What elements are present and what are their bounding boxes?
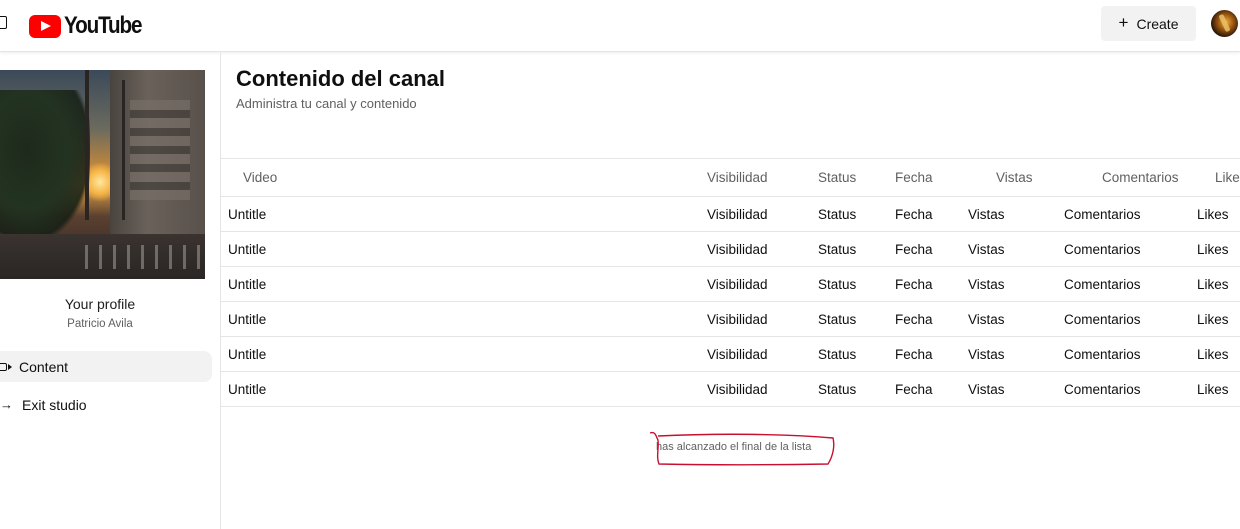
cell-video-title[interactable]: Untitle [228, 267, 266, 301]
channel-banner-image [0, 70, 205, 279]
cell-views: Vistas [968, 241, 1005, 257]
cell-visibility: Visibilidad [707, 346, 768, 362]
red-highlight-annotation [650, 431, 835, 466]
logo-text: YouTube [64, 12, 143, 39]
profile-title[interactable]: Your profile [0, 296, 200, 312]
video-camera-icon [0, 362, 12, 371]
cell-views: Vistas [968, 381, 1005, 397]
cell-views: Vistas [968, 346, 1005, 362]
menu-icon[interactable] [0, 16, 7, 29]
cell-status: Status [818, 241, 857, 257]
cell-comments: Comentarios [1064, 346, 1141, 362]
cell-video-title[interactable]: Untitle [228, 197, 266, 231]
table-row[interactable]: Untitle Visibilidad Status Fecha Vistas Comen… [221, 197, 1240, 232]
table-row[interactable]: Untitle Visibilidad Status Fecha Vistas Comen… [221, 302, 1240, 337]
create-button[interactable]: + Create [1101, 6, 1196, 41]
youtube-play-icon [29, 14, 61, 38]
cell-likes: Likes [1197, 206, 1229, 222]
column-header-likes[interactable]: Likes [1215, 159, 1240, 196]
cell-status: Status [818, 311, 857, 327]
cell-comments: Comentarios [1064, 381, 1141, 397]
cell-visibility: Visibilidad [707, 276, 768, 292]
cell-likes: Likes [1197, 276, 1229, 292]
cell-likes: Likes [1197, 346, 1229, 362]
column-header-fecha[interactable]: Fecha [895, 159, 933, 196]
column-header-visibilidad[interactable]: Visibilidad [707, 159, 768, 196]
cell-date: Fecha [895, 346, 933, 362]
table-row[interactable]: Untitle Visibilidad Status Fecha Vistas Comen… [221, 337, 1240, 372]
cell-date: Fecha [895, 381, 933, 397]
cell-comments: Comentarios [1064, 276, 1141, 292]
plus-icon: + [1118, 12, 1129, 32]
column-header-status[interactable]: Status [818, 159, 856, 196]
table-row[interactable]: Untitle Visibilidad Status Fecha Vistas Comen… [221, 267, 1240, 302]
page-title: Contenido del canal [236, 66, 446, 91]
sidebar: Your profile Patricio Avila Content → Ex… [0, 53, 221, 529]
exit-arrow-icon: → [0, 397, 13, 412]
avatar[interactable] [1211, 10, 1238, 37]
cell-visibility: Visibilidad [707, 381, 768, 397]
table-row[interactable]: Untitle Visibilidad Status Fecha Vistas Comen… [221, 232, 1240, 267]
sidebar-item-content[interactable]: Content [0, 351, 212, 382]
main-content: Contenido del canal Administra tu canal … [221, 53, 1240, 529]
content-table: Video Visibilidad Status Fecha Vistas Co… [221, 158, 1240, 407]
cell-status: Status [818, 346, 857, 362]
top-header: YouTube + Create [0, 0, 1240, 52]
cell-visibility: Visibilidad [707, 241, 768, 257]
sidebar-item-label: Content [19, 358, 69, 375]
cell-visibility: Visibilidad [707, 206, 768, 222]
cell-status: Status [818, 276, 857, 292]
cell-status: Status [818, 381, 857, 397]
column-header-comentarios[interactable]: Comentarios [1102, 159, 1179, 196]
profile-name: Patricio Avila [67, 318, 133, 330]
cell-date: Fecha [895, 241, 933, 257]
cell-status: Status [818, 206, 857, 222]
cell-video-title[interactable]: Untitle [228, 372, 266, 406]
cell-video-title[interactable]: Untitle [228, 302, 266, 336]
create-label: Create [1136, 15, 1179, 32]
cell-date: Fecha [895, 206, 933, 222]
cell-visibility: Visibilidad [707, 311, 768, 327]
cell-views: Vistas [968, 276, 1005, 292]
page-subtitle: Administra tu canal y contenido [236, 96, 417, 111]
table-header: Video Visibilidad Status Fecha Vistas Co… [221, 158, 1240, 197]
cell-comments: Comentarios [1064, 206, 1141, 222]
cell-likes: Likes [1197, 381, 1229, 397]
cell-likes: Likes [1197, 241, 1229, 257]
column-header-video[interactable]: Video [243, 159, 277, 196]
cell-likes: Likes [1197, 311, 1229, 327]
table-row[interactable]: Untitle Visibilidad Status Fecha Vistas Comen… [221, 372, 1240, 407]
cell-views: Vistas [968, 311, 1005, 327]
cell-date: Fecha [895, 276, 933, 292]
cell-video-title[interactable]: Untitle [228, 232, 266, 266]
sidebar-item-exit-studio[interactable]: → Exit studio [0, 389, 212, 420]
cell-comments: Comentarios [1064, 241, 1141, 257]
cell-views: Vistas [968, 206, 1005, 222]
youtube-logo[interactable]: YouTube [29, 12, 154, 40]
cell-video-title[interactable]: Untitle [228, 337, 266, 371]
column-header-vistas[interactable]: Vistas [996, 159, 1033, 196]
cell-comments: Comentarios [1064, 311, 1141, 327]
cell-date: Fecha [895, 311, 933, 327]
sidebar-item-label: Exit studio [22, 396, 87, 413]
